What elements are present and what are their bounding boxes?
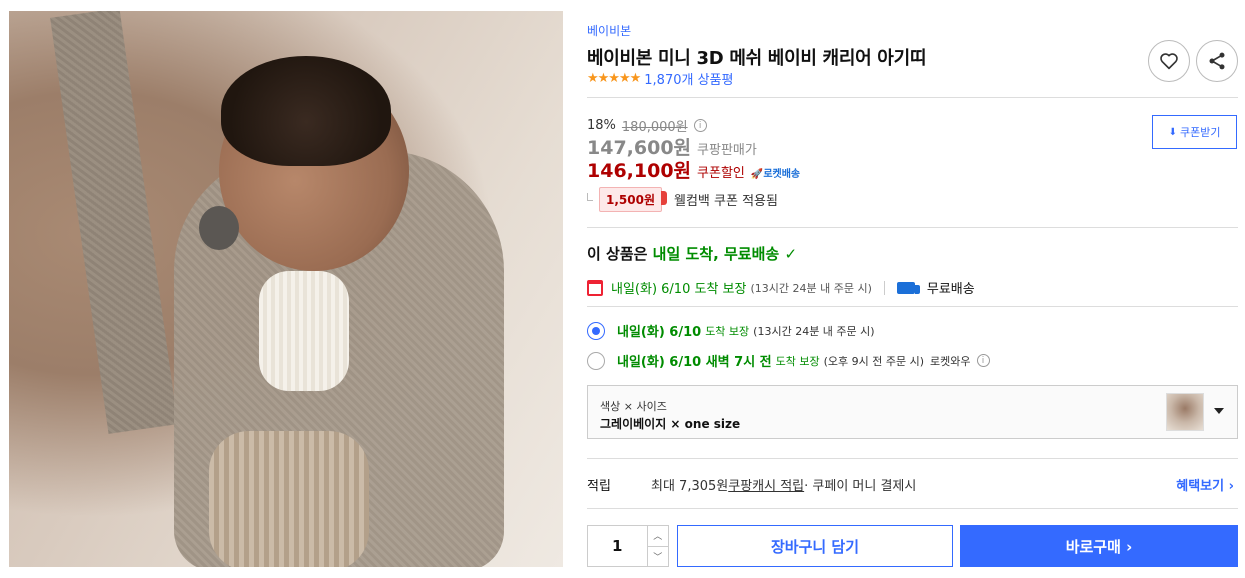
- divider: [587, 227, 1238, 228]
- option-label: 색상 × 사이즈: [600, 400, 667, 413]
- share-button[interactable]: [1196, 40, 1238, 82]
- cashback-text: 웰컴백 쿠폰 적용됨: [674, 194, 778, 209]
- coupon-download-button[interactable]: ⬇ 쿠폰받기: [1152, 115, 1237, 149]
- truck-icon: [896, 281, 920, 294]
- discount-rate: 18%: [587, 118, 616, 133]
- check-icon: ✓: [784, 245, 798, 263]
- corner-line: [587, 192, 593, 201]
- baby-legs: [209, 431, 369, 567]
- reward-suffix: · 쿠페이 머니 결제시: [804, 479, 917, 494]
- baby-arm: [259, 271, 349, 391]
- divider: [587, 458, 1238, 459]
- calendar-icon: [587, 279, 603, 296]
- reward-row: 적립 최대 7,305원 쿠팡캐시 적립 · 쿠페이 머니 결제시 혜택보기 ›: [587, 475, 1238, 494]
- delivery-option-2[interactable]: 내일(화) 6/10 새벽 7시 전 도착 보장 (오후 9시 전 주문 시) …: [587, 351, 990, 370]
- free-shipping-label: 무료배송: [926, 282, 975, 297]
- welcome-coupon-row: 1,500원 웰컴백 쿠폰 적용됨: [587, 187, 778, 212]
- radio-unselected[interactable]: [587, 351, 605, 370]
- coupon-price-label: 쿠폰할인: [697, 166, 745, 181]
- reward-prefix: 최대 7,305원: [651, 479, 729, 494]
- info-icon[interactable]: i: [693, 119, 707, 132]
- star-rating: ★★★★★: [587, 71, 641, 86]
- guarantee-cutoff: (13시간 24분 내 주문 시): [750, 281, 872, 295]
- add-to-cart-button[interactable]: 장바구니 담기: [677, 525, 953, 567]
- baby-hair: [221, 56, 391, 166]
- buy-now-button[interactable]: 바로구매 ›: [960, 525, 1238, 567]
- chevron-down-icon: [1214, 408, 1224, 414]
- delivery-headline-green: 내일 도착, 무료배송: [652, 245, 780, 263]
- option-thumbnail: [1166, 393, 1204, 431]
- divider: [587, 508, 1238, 509]
- option-note: (오후 9시 전 주문 시): [823, 354, 925, 368]
- quantity-increase-button[interactable]: ︿: [647, 526, 668, 547]
- quantity-input[interactable]: 1: [588, 526, 647, 566]
- radio-selected[interactable]: [587, 321, 605, 340]
- coupon-button-label: 쿠폰받기: [1179, 126, 1221, 139]
- option-note: (13시간 24분 내 주문 시): [753, 324, 875, 338]
- option-guarantee: 도착 보장: [705, 324, 750, 338]
- divider: [587, 306, 1238, 307]
- delivery-option-1[interactable]: 내일(화) 6/10 도착 보장 (13시간 24분 내 주문 시): [587, 321, 875, 340]
- divider: [587, 97, 1238, 98]
- wishlist-button[interactable]: [1148, 40, 1190, 82]
- option-value: 그레이베이지 × one size: [600, 417, 741, 431]
- rocket-label: 로켓배송: [763, 169, 801, 180]
- quantity-stepper[interactable]: 1 ︿ ﹀: [587, 525, 669, 567]
- guarantee-date: 내일(화) 6/10 도착 보장: [611, 282, 747, 297]
- product-info: 베이비본 베이비본 미니 3D 메쉬 베이비 캐리어 아기띠 ★★★★★ 1,8…: [587, 0, 1238, 578]
- separator: [883, 280, 885, 295]
- quantity-buttons: ︿ ﹀: [646, 526, 668, 567]
- reward-label: 적립: [587, 479, 611, 494]
- rocket-delivery-badge: 🚀로켓배송: [750, 169, 801, 180]
- coupon-price: 146,100원: [587, 160, 692, 182]
- heart-icon: [1160, 53, 1178, 70]
- carrier-buckle: [199, 206, 239, 250]
- cashback-badge: 1,500원: [599, 187, 667, 212]
- option-date: 내일(화) 6/10 새벽 7시 전: [617, 355, 772, 370]
- option-guarantee: 도착 보장: [775, 354, 820, 368]
- download-icon: ⬇: [1168, 126, 1177, 138]
- coupang-cash-link[interactable]: 쿠팡캐시 적립: [728, 475, 804, 494]
- delivery-guarantee-row: 내일(화) 6/10 도착 보장 (13시간 24분 내 주문 시) 무료배송: [587, 278, 975, 297]
- share-icon: [1209, 52, 1225, 70]
- product-image[interactable]: [9, 11, 563, 567]
- option-date: 내일(화) 6/10: [617, 325, 702, 340]
- benefit-link[interactable]: 혜택보기 ›: [1176, 475, 1234, 494]
- quantity-decrease-button[interactable]: ﹀: [648, 547, 668, 567]
- brand-link[interactable]: 베이비본: [587, 22, 631, 39]
- info-icon[interactable]: i: [976, 354, 990, 367]
- option-select[interactable]: 색상 × 사이즈 그레이베이지 × one size: [587, 385, 1238, 439]
- review-count-link[interactable]: 1,870개 상품평: [644, 69, 733, 88]
- coupon-price-row: 146,100원 쿠폰할인 🚀로켓배송: [587, 156, 800, 183]
- delivery-headline: 이 상품은 내일 도착, 무료배송 ✓: [587, 243, 797, 264]
- rocket-wow-label: 로켓와우: [930, 354, 971, 368]
- product-title: 베이비본 미니 3D 메쉬 베이비 캐리어 아기띠: [587, 48, 927, 69]
- delivery-headline-prefix: 이 상품은: [587, 245, 653, 263]
- rating-row[interactable]: ★★★★★ 1,870개 상품평: [587, 69, 733, 88]
